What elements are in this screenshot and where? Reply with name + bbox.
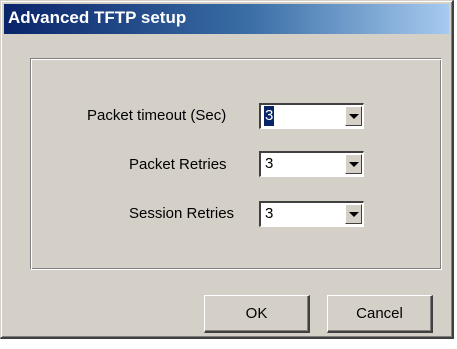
title-bar[interactable]: Advanced TFTP setup — [4, 4, 449, 34]
packet-timeout-value[interactable]: 3 — [264, 106, 275, 126]
dialog-title: Advanced TFTP setup — [8, 8, 187, 27]
settings-group-box — [30, 58, 442, 270]
packet-timeout-label: Packet timeout (Sec) — [87, 107, 227, 124]
session-retries-select[interactable]: 3 — [259, 201, 364, 227]
cancel-button[interactable]: Cancel — [327, 295, 433, 333]
packet-timeout-select[interactable]: 3 — [259, 103, 364, 129]
advanced-tftp-setup-dialog: Advanced TFTP setup Packet timeout (Sec)… — [0, 0, 454, 339]
packet-retries-dropdown-button[interactable] — [345, 154, 362, 174]
packet-retries-label: Packet Retries — [129, 156, 227, 173]
packet-timeout-dropdown-button[interactable] — [345, 106, 362, 126]
chevron-down-icon — [349, 212, 359, 217]
chevron-down-icon — [349, 114, 359, 119]
session-retries-dropdown-button[interactable] — [345, 204, 362, 224]
packet-retries-value[interactable]: 3 — [264, 154, 274, 174]
session-retries-value[interactable]: 3 — [264, 204, 274, 224]
packet-retries-select[interactable]: 3 — [259, 151, 364, 177]
chevron-down-icon — [349, 162, 359, 167]
session-retries-label: Session Retries — [129, 205, 235, 222]
ok-button[interactable]: OK — [204, 295, 310, 333]
